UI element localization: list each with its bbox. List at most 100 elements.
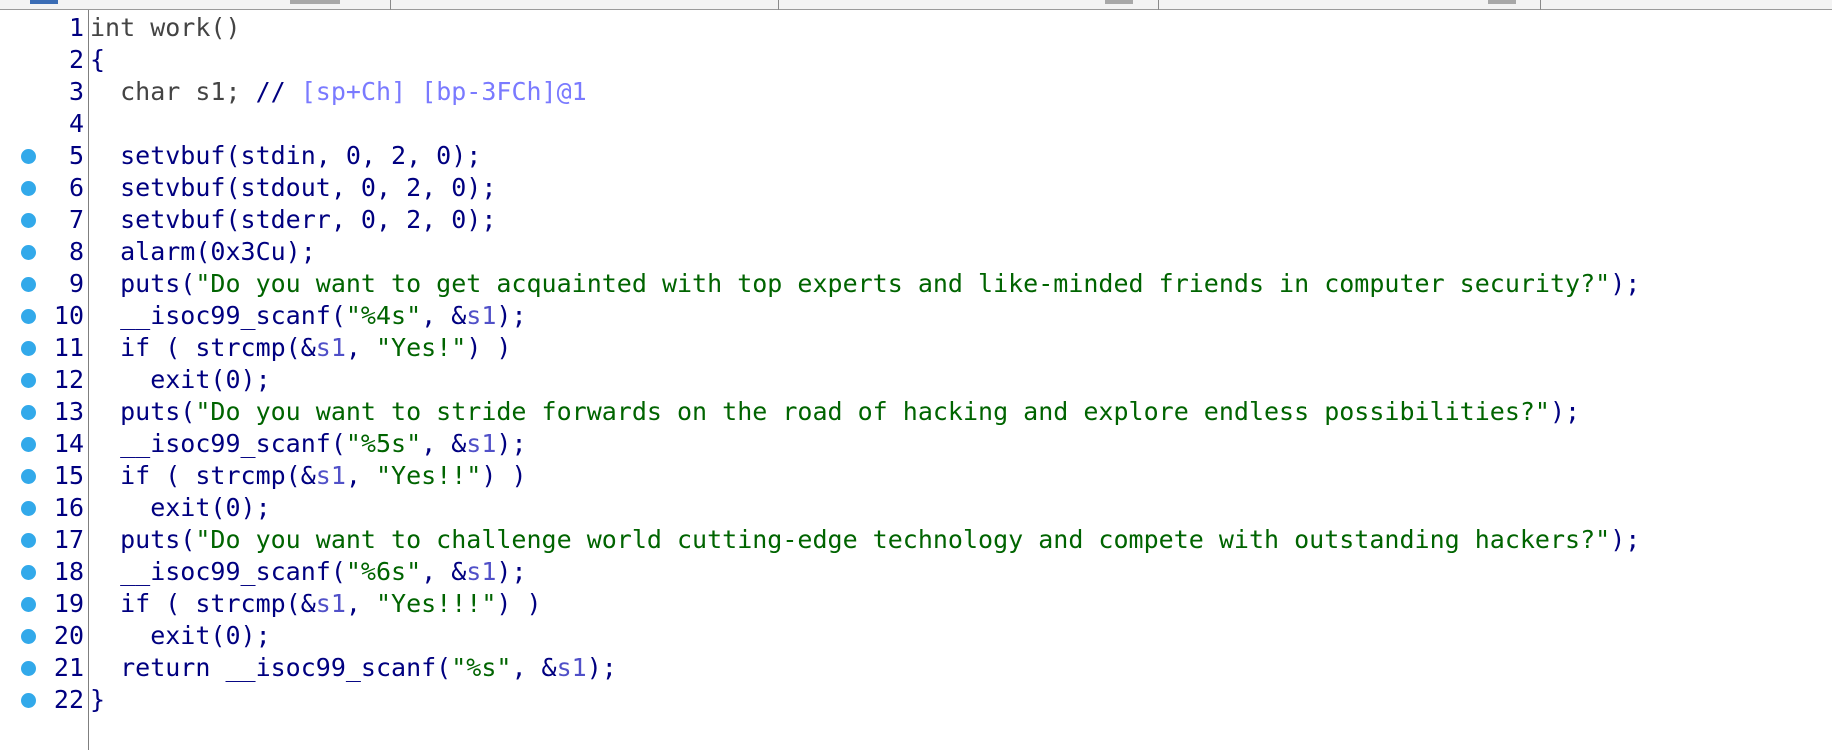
code-line[interactable]: 21 return __isoc99_scanf("%s", &s1);	[0, 652, 1832, 684]
breakpoint-dot-icon[interactable]	[21, 181, 36, 196]
code-text: char s1; // [sp+Ch] [bp-3FCh]@1	[90, 76, 587, 108]
code-token-kw: setvbuf(stdout, 0, 2, 0);	[90, 173, 497, 202]
code-line[interactable]: 9 puts("Do you want to get acquainted wi…	[0, 268, 1832, 300]
code-line[interactable]: 14 __isoc99_scanf("%5s", &s1);	[0, 428, 1832, 460]
breakpoint-dot-icon[interactable]	[21, 213, 36, 228]
code-text: __isoc99_scanf("%6s", &s1);	[90, 556, 527, 588]
code-line[interactable]: 7 setvbuf(stderr, 0, 2, 0);	[0, 204, 1832, 236]
code-token-kw: , &	[421, 557, 467, 586]
code-token-plain: char s1;	[90, 77, 256, 106]
breakpoint-dot-icon[interactable]	[21, 661, 36, 676]
code-token-kw: );	[496, 557, 527, 586]
code-token-str: "Do you want to get acquainted with top …	[195, 269, 1611, 298]
tab-fragment[interactable]	[1105, 0, 1133, 4]
tab-separator	[390, 0, 391, 10]
code-token-kw: __isoc99_scanf(	[90, 429, 346, 458]
line-number: 3	[68, 77, 84, 106]
pseudocode-view[interactable]: 1 int work() 2{3 char s1; // [sp+Ch] [bp-3…	[0, 12, 1832, 716]
line-number: 14	[53, 429, 84, 458]
code-line[interactable]: 10 __isoc99_scanf("%4s", &s1);	[0, 300, 1832, 332]
breakpoint-dot-icon[interactable]	[21, 277, 36, 292]
code-text: if ( strcmp(&s1, "Yes!!") )	[90, 460, 526, 492]
code-line[interactable]: 20 exit(0);	[0, 620, 1832, 652]
code-text: exit(0);	[90, 364, 271, 396]
code-token-kw: );	[496, 301, 527, 330]
code-line[interactable]: 4	[0, 108, 1832, 140]
line-number: 7	[68, 205, 84, 234]
code-token-pun: }	[90, 685, 106, 714]
breakpoint-dot-icon[interactable]	[21, 437, 36, 452]
code-token-kw: return __isoc99_scanf(	[90, 653, 452, 682]
line-number: 17	[53, 525, 84, 554]
code-line[interactable]: 18 __isoc99_scanf("%6s", &s1);	[0, 556, 1832, 588]
code-line[interactable]: 22}	[0, 684, 1832, 716]
breakpoint-dot-icon[interactable]	[21, 309, 36, 324]
code-line[interactable]: 13 puts("Do you want to stride forwards …	[0, 396, 1832, 428]
code-token-var: s1	[556, 653, 587, 682]
tab-separator	[1158, 0, 1159, 10]
code-text: setvbuf(stdout, 0, 2, 0);	[90, 172, 496, 204]
code-token-kw: __isoc99_scanf(	[90, 301, 346, 330]
code-token-kw: exit(0);	[90, 621, 271, 650]
code-token-kw: exit(0);	[90, 365, 271, 394]
code-line[interactable]: 8 alarm(0x3Cu);	[0, 236, 1832, 268]
breakpoint-dot-icon[interactable]	[21, 629, 36, 644]
line-number: 19	[53, 589, 84, 618]
code-token-var: s1	[315, 589, 346, 618]
breakpoint-dot-icon[interactable]	[21, 469, 36, 484]
code-line[interactable]: 11 if ( strcmp(&s1, "Yes!") )	[0, 332, 1832, 364]
line-number: 22	[53, 685, 84, 714]
tab-fragment[interactable]	[290, 0, 340, 4]
code-line[interactable]: 6 setvbuf(stdout, 0, 2, 0);	[0, 172, 1832, 204]
line-number: 16	[53, 493, 84, 522]
code-line[interactable]: 1 int work()	[0, 12, 1832, 44]
breakpoint-dot-icon[interactable]	[21, 533, 36, 548]
code-token-kw: puts(	[90, 525, 196, 554]
breakpoint-dot-icon[interactable]	[21, 565, 36, 580]
code-line[interactable]: 19 if ( strcmp(&s1, "Yes!!!") )	[0, 588, 1832, 620]
breakpoint-dot-icon[interactable]	[21, 341, 36, 356]
code-line[interactable]: 12 exit(0);	[0, 364, 1832, 396]
code-token-kw: , &	[511, 653, 557, 682]
breakpoint-dot-icon[interactable]	[21, 693, 36, 708]
active-tab-marker[interactable]	[30, 0, 58, 4]
code-token-var: s1	[466, 429, 497, 458]
code-token-kw: if ( strcmp(&	[90, 589, 316, 618]
breakpoint-dot-icon[interactable]	[21, 149, 36, 164]
code-line[interactable]: 5 setvbuf(stdin, 0, 2, 0);	[0, 140, 1832, 172]
breakpoint-dot-icon[interactable]	[21, 501, 36, 516]
code-token-pun: //	[255, 77, 301, 106]
line-number: 10	[53, 301, 84, 330]
line-number: 9	[68, 269, 84, 298]
code-token-kw: setvbuf(stderr, 0, 2, 0);	[90, 205, 497, 234]
code-text: puts("Do you want to get acquainted with…	[90, 268, 1640, 300]
code-token-kw: , &	[421, 301, 467, 330]
code-token-kw: ,	[345, 333, 376, 362]
breakpoint-dot-icon[interactable]	[21, 405, 36, 420]
code-token-kw: __isoc99_scanf(	[90, 557, 346, 586]
code-token-kw: if ( strcmp(&	[90, 333, 316, 362]
code-token-kw: ) )	[496, 589, 542, 618]
tab-separator	[1540, 0, 1541, 10]
tab-fragment[interactable]	[1488, 0, 1516, 4]
code-line[interactable]: 3 char s1; // [sp+Ch] [bp-3FCh]@1	[0, 76, 1832, 108]
breakpoint-dot-icon[interactable]	[21, 597, 36, 612]
line-number: 6	[68, 173, 84, 202]
line-number: 20	[53, 621, 84, 650]
code-line[interactable]: 2{	[0, 44, 1832, 76]
line-number: 8	[68, 237, 84, 266]
code-token-str: "%4s"	[345, 301, 422, 330]
code-token-cmt: [sp+Ch] [bp-3FCh]@1	[300, 77, 587, 106]
code-text: return __isoc99_scanf("%s", &s1);	[90, 652, 617, 684]
code-token-kw: ,	[345, 461, 376, 490]
code-text: exit(0);	[90, 492, 270, 524]
code-line[interactable]: 15 if ( strcmp(&s1, "Yes!!") )	[0, 460, 1832, 492]
breakpoint-dot-icon[interactable]	[21, 373, 36, 388]
code-text: setvbuf(stdin, 0, 2, 0);	[90, 140, 481, 172]
code-token-str: "Yes!!"	[376, 461, 482, 490]
line-number: 21	[53, 653, 84, 682]
code-line[interactable]: 17 puts("Do you want to challenge world …	[0, 524, 1832, 556]
breakpoint-dot-icon[interactable]	[21, 245, 36, 260]
tab-separator	[778, 0, 779, 10]
code-line[interactable]: 16 exit(0);	[0, 492, 1832, 524]
